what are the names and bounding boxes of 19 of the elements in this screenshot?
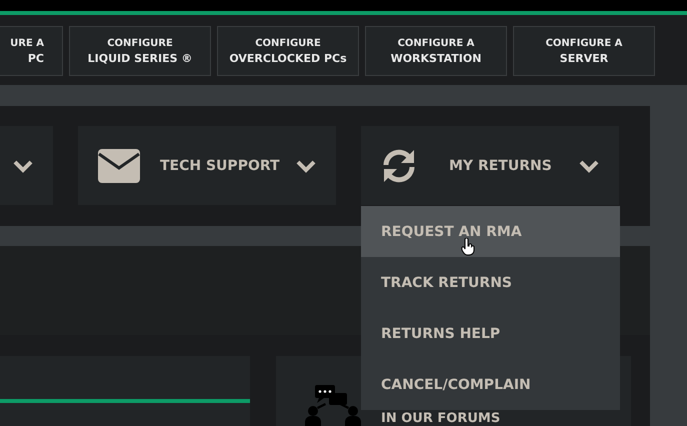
chevron-down-icon bbox=[296, 158, 316, 172]
configure-link[interactable]: CONFIGURE A WORKSTATION bbox=[365, 26, 507, 76]
chevron-down-icon bbox=[579, 158, 599, 172]
sync-icon bbox=[381, 148, 417, 184]
envelope-icon bbox=[98, 148, 140, 182]
menu-button[interactable]: TECH SUPPORT bbox=[78, 126, 336, 205]
menu-item[interactable]: CANCEL/COMPLAIN bbox=[361, 359, 620, 410]
menu-item[interactable]: RETURNS HELP bbox=[361, 308, 620, 359]
configure-link[interactable]: CONFIGURE LIQUID SERIES ® bbox=[69, 26, 211, 76]
forum-text: IN OUR FORUMS bbox=[381, 411, 500, 426]
menu-item[interactable]: TRACK RETURNS bbox=[361, 257, 620, 308]
configure-link[interactable]: CONFIGURE OVERCLOCKED PCs bbox=[217, 26, 359, 76]
menu-button[interactable]: MY RETURNS bbox=[361, 126, 619, 205]
configure-link[interactable]: CONFIGURE A SERVER bbox=[513, 26, 655, 76]
configure-link[interactable]: URE A PC bbox=[0, 26, 63, 76]
menu-item[interactable]: REQUEST AN RMA bbox=[361, 206, 620, 257]
hand-pointer-icon bbox=[461, 238, 475, 256]
chevron-down-icon bbox=[13, 158, 33, 172]
people-chat-icon bbox=[305, 385, 361, 426]
